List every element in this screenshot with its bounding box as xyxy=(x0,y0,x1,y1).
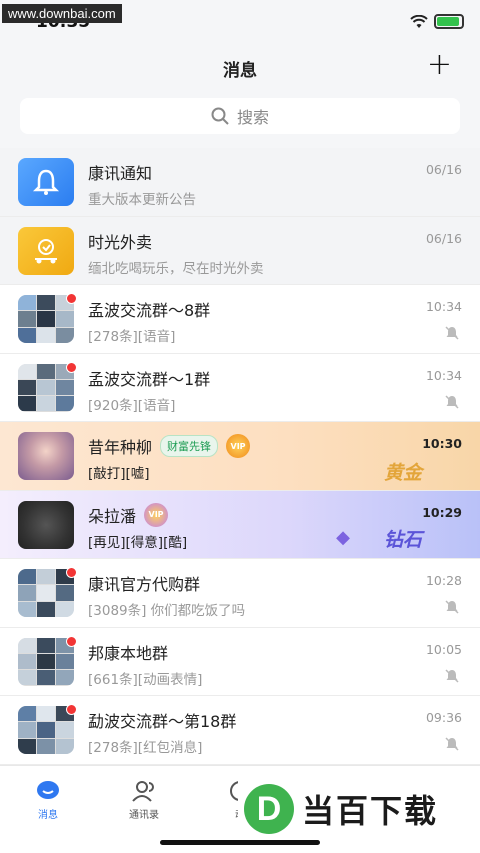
chat-time: 10:29 xyxy=(422,504,462,520)
chat-preview: [920条][语音] xyxy=(88,397,176,414)
mute-bell-icon xyxy=(445,600,459,614)
chat-name-text: 孟波交流群～1群 xyxy=(88,369,211,389)
chat-time: 06/16 xyxy=(425,162,462,177)
unread-dot xyxy=(66,635,77,647)
chat-name-text: 孟波交流群～8群 xyxy=(88,301,211,320)
tab-messages[interactable]: 消息 xyxy=(0,766,96,853)
chat-row-group-1[interactable]: 孟波交流群～1群 [920条][语音] 10:34 xyxy=(0,354,480,422)
chat-name-text: 勐波交流群～第18群 xyxy=(88,712,237,731)
chat-row-xinian[interactable]: 昔年种柳 财富先锋 VIP [敲打][嘘] 10:30 黄金 xyxy=(0,422,480,491)
diamond-icon: ◆ xyxy=(336,526,350,548)
mute-bell-icon xyxy=(445,326,459,340)
home-indicator xyxy=(160,840,320,845)
watermark-logo: D 当百下载 xyxy=(238,779,478,839)
chat-time: 10:30 xyxy=(422,436,462,451)
chat-name-text: 时光外卖 xyxy=(88,232,153,252)
group-avatar xyxy=(18,637,74,686)
group-avatar xyxy=(18,295,74,343)
vip-badge-icon: VIP xyxy=(144,502,169,527)
unread-dot xyxy=(66,704,77,715)
watermark-top: www.downbai.com xyxy=(2,4,122,23)
watermark-d-icon: D xyxy=(244,784,294,834)
chat-preview: 重大版本更新公告 xyxy=(88,192,196,208)
search-area: 搜索 xyxy=(0,92,480,148)
chat-name: 康讯官方代购群 xyxy=(88,571,200,595)
group-avatar xyxy=(18,569,74,617)
chat-time: 09:36 xyxy=(425,710,462,725)
delivery-scooter-icon xyxy=(35,238,57,263)
chat-name: 孟波交流群～8群 xyxy=(88,297,210,321)
search-placeholder: 搜索 xyxy=(236,108,269,127)
chat-row-official-purchase[interactable]: 康讯官方代购群 [3089条] 你们都吃饭了吗 10:28 xyxy=(0,559,480,628)
chat-preview: [3089条] 你们都吃饭了吗 xyxy=(88,603,246,619)
tab-label: 消息 xyxy=(38,810,58,821)
chat-name-text: 康讯官方代购群 xyxy=(88,575,201,594)
chat-name: 朵拉潘 VIP xyxy=(88,502,169,527)
chat-bubble-icon xyxy=(35,780,61,802)
search-input[interactable]: 搜索 xyxy=(20,98,460,134)
chat-name: 昔年种柳 财富先锋 VIP xyxy=(88,434,251,458)
chat-preview: 缅北吃喝玩乐，尽在时光外卖 xyxy=(88,260,264,277)
chat-time: 06/16 xyxy=(425,230,462,246)
group-avatar xyxy=(18,363,74,412)
tab-label: 通讯录 xyxy=(129,810,159,821)
chat-list: 康讯通知 重大版本更新公告 06/16 时光外卖 缅北吃喝玩乐，尽在时光外卖 0… xyxy=(0,148,480,765)
wealth-badge: 财富先锋 xyxy=(160,435,219,457)
chat-time: 10:34 xyxy=(425,299,462,314)
chat-row-kangxun-notice[interactable]: 康讯通知 重大版本更新公告 06/16 xyxy=(0,148,480,217)
chat-row-shiguang-takeout[interactable]: 时光外卖 缅北吃喝玩乐，尽在时光外卖 06/16 xyxy=(0,216,480,285)
page-title: 消息 xyxy=(223,61,257,81)
avatar xyxy=(18,226,74,275)
chat-name: 时光外卖 xyxy=(88,229,152,253)
chat-row-local-group[interactable]: 邦康本地群 [661条][动画表情] 10:05 xyxy=(0,628,480,696)
add-button[interactable]: + xyxy=(427,50,452,80)
chat-row-group-8[interactable]: 孟波交流群～8群 [278条][语音] 10:34 xyxy=(0,285,480,354)
chat-preview: [敲打][嘘] xyxy=(88,466,150,482)
chat-preview: [278条][语音] xyxy=(88,329,176,345)
unread-dot xyxy=(66,293,77,304)
mute-bell-icon xyxy=(445,668,459,683)
unread-dot xyxy=(66,361,77,373)
header: 消息 + xyxy=(0,44,480,92)
search-icon xyxy=(211,107,229,125)
chat-name-text: 康讯通知 xyxy=(88,164,153,183)
unread-dot xyxy=(66,567,77,578)
chat-row-group-18[interactable]: 勐波交流群～第18群 [278条][红包消息] 09:36 xyxy=(0,696,480,765)
avatar xyxy=(18,432,74,480)
chat-row-duolapan[interactable]: 朵拉潘 VIP [再见][得意][酷] 10:29 ◆ 钻石 xyxy=(0,490,480,559)
chat-name-text: 邦康本地群 xyxy=(88,643,169,663)
chat-time: 10:28 xyxy=(425,573,462,588)
chat-name-text: 昔年种柳 xyxy=(88,438,153,457)
chat-name: 勐波交流群～第18群 xyxy=(88,708,236,732)
avatar xyxy=(18,158,74,206)
battery-icon xyxy=(434,14,464,29)
wifi-icon xyxy=(410,14,428,28)
chat-preview: [再见][得意][酷] xyxy=(88,534,188,551)
bell-icon xyxy=(32,169,60,195)
group-avatar xyxy=(18,706,74,754)
watermark-text: 当百下载 xyxy=(302,792,439,830)
chat-name: 康讯通知 xyxy=(88,160,152,184)
chat-name: 邦康本地群 xyxy=(88,640,168,664)
chat-time: 10:34 xyxy=(425,367,462,383)
avatar xyxy=(18,500,74,549)
chat-time: 10:05 xyxy=(425,641,462,657)
chat-name-text: 朵拉潘 xyxy=(88,506,137,526)
mute-bell-icon xyxy=(445,394,459,409)
mute-bell-icon xyxy=(445,737,459,751)
chat-preview: [661条][动画表情] xyxy=(88,671,203,688)
tier-label-gold: 黄金 xyxy=(383,462,422,484)
chat-preview: [278条][红包消息] xyxy=(88,740,203,756)
status-icons xyxy=(410,14,464,29)
vip-badge-icon: VIP xyxy=(226,434,251,458)
contacts-icon xyxy=(131,780,157,802)
chat-name: 孟波交流群～1群 xyxy=(88,366,210,390)
tier-label-diamond: 钻石 xyxy=(383,528,422,551)
